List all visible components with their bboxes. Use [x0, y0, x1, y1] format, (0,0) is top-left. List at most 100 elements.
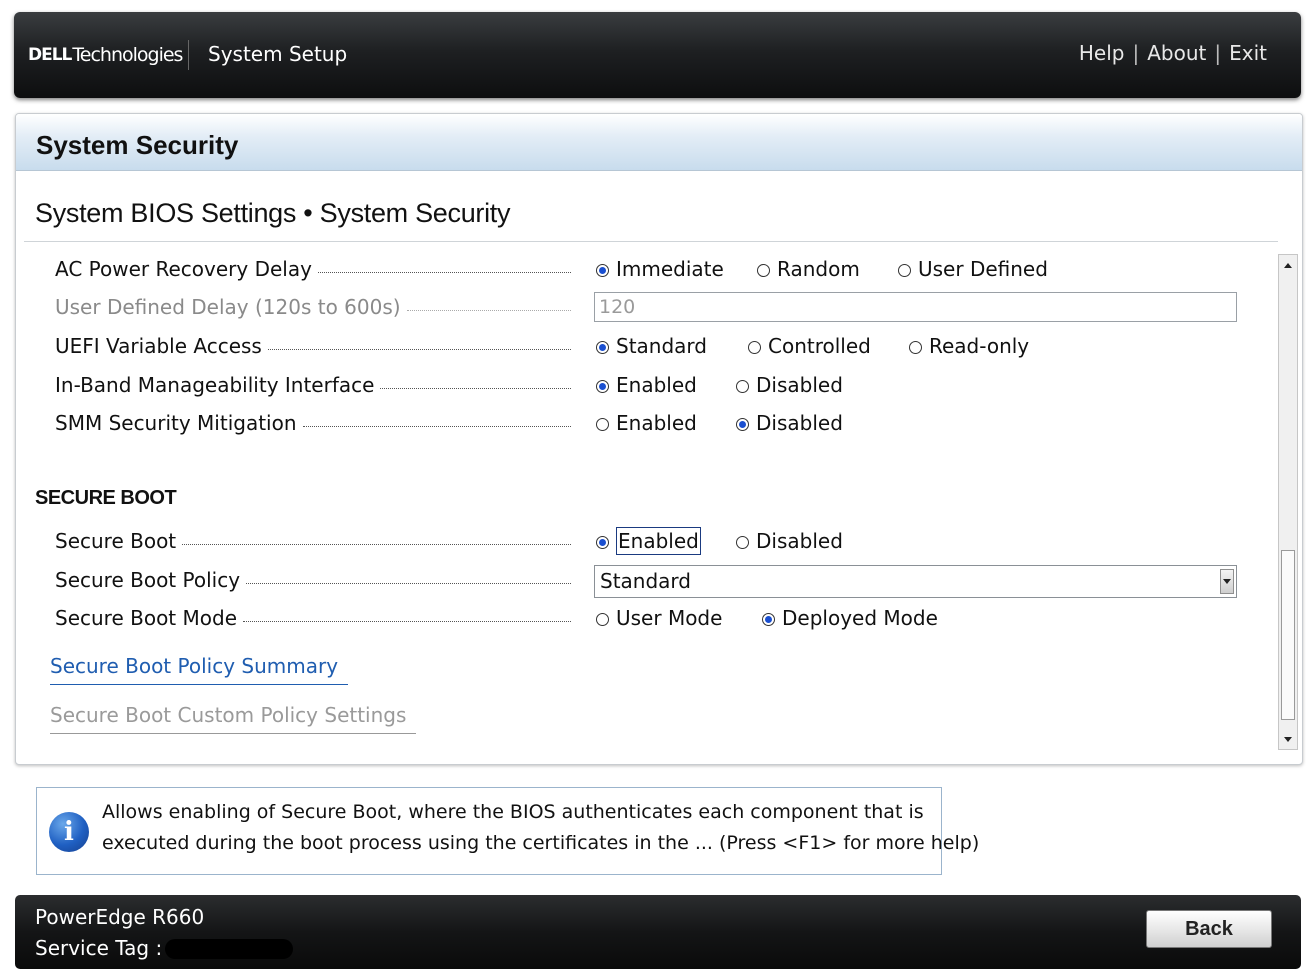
- radio-selected-icon: [596, 536, 609, 549]
- radio-selected-icon: [596, 341, 609, 354]
- link-separator: |: [1214, 41, 1222, 65]
- setting-row-smm-security-mitigation: SMM Security Mitigation Enabled Disabled: [16, 405, 1276, 441]
- leader-dots: [302, 425, 571, 427]
- radio-unselected-icon: [757, 264, 770, 277]
- top-header-bar: DELL Technologies System Setup Help | Ab…: [14, 12, 1301, 98]
- radio-selected-icon: [596, 264, 609, 277]
- radio-deployed-mode[interactable]: Deployed Mode: [762, 600, 938, 636]
- help-text-line: Allows enabling of Secure Boot, where th…: [102, 801, 924, 823]
- leader-dots: [406, 309, 571, 311]
- header-links: Help | About | Exit: [1079, 41, 1267, 65]
- leader-dots: [380, 387, 571, 389]
- service-tag-redacted: [165, 939, 293, 959]
- scroll-up-arrow-icon[interactable]: [1279, 257, 1297, 273]
- radio-controlled[interactable]: Controlled: [748, 328, 871, 364]
- app-title: System Setup: [208, 42, 348, 66]
- radio-disabled[interactable]: Disabled: [736, 405, 843, 441]
- divider: [24, 241, 1278, 242]
- radio-read-only[interactable]: Read-only: [909, 328, 1029, 364]
- radio-unselected-icon: [596, 418, 609, 431]
- radio-selected-icon: [736, 418, 749, 431]
- setting-label-text: In-Band Manageability Interface: [55, 373, 375, 397]
- setting-row-in-band-manageability: In-Band Manageability Interface Enabled …: [16, 367, 1276, 403]
- help-link[interactable]: Help: [1079, 41, 1125, 65]
- radio-enabled[interactable]: Enabled: [596, 367, 697, 403]
- scroll-down-arrow-icon[interactable]: [1279, 731, 1297, 747]
- radio-label: Random: [777, 257, 860, 281]
- vertical-scrollbar[interactable]: [1278, 254, 1298, 750]
- radio-label: User Mode: [616, 606, 723, 630]
- radio-label: Controlled: [768, 334, 871, 358]
- logo-dell-text: DELL: [28, 45, 72, 65]
- radio-selected-icon: [596, 380, 609, 393]
- radio-user-defined[interactable]: User Defined: [898, 251, 1048, 287]
- setting-row-ac-power-recovery-delay: AC Power Recovery Delay Immediate Random…: [16, 251, 1276, 287]
- dell-technologies-logo: DELL Technologies: [28, 40, 190, 70]
- scroll-thumb[interactable]: [1281, 550, 1295, 720]
- leader-dots: [243, 620, 571, 622]
- radio-label: Disabled: [756, 529, 843, 553]
- radio-unselected-icon: [736, 380, 749, 393]
- setting-label: UEFI Variable Access: [55, 328, 571, 364]
- about-link[interactable]: About: [1147, 41, 1206, 65]
- secure-boot-policy-select[interactable]: Standard: [594, 565, 1237, 598]
- secure-boot-policy-summary-link[interactable]: Secure Boot Policy Summary: [50, 654, 349, 685]
- chevron-down-icon[interactable]: [1220, 569, 1234, 594]
- setting-label: SMM Security Mitigation: [55, 405, 571, 441]
- help-text-box: i Allows enabling of Secure Boot, where …: [36, 787, 979, 875]
- secure-boot-custom-policy-settings-link[interactable]: Secure Boot Custom Policy Settings: [50, 703, 417, 734]
- select-value: Standard: [600, 569, 691, 593]
- radio-enabled[interactable]: Enabled: [596, 523, 701, 559]
- radio-disabled[interactable]: Disabled: [736, 367, 843, 403]
- system-model: PowerEdge R660: [35, 905, 205, 929]
- back-button[interactable]: Back: [1146, 910, 1272, 948]
- radio-unselected-icon: [736, 536, 749, 549]
- radio-standard[interactable]: Standard: [596, 328, 707, 364]
- leader-dots: [182, 543, 571, 545]
- radio-random[interactable]: Random: [757, 251, 860, 287]
- info-icon: i: [49, 812, 89, 852]
- page-title: System Security: [36, 130, 239, 160]
- setting-row-secure-boot: Secure Boot Enabled Disabled: [16, 523, 1276, 559]
- service-tag-label: Service Tag :: [35, 936, 163, 960]
- setting-label-text: AC Power Recovery Delay: [55, 257, 312, 281]
- radio-label: Deployed Mode: [782, 606, 938, 630]
- leader-dots: [246, 582, 571, 584]
- radio-label: Read-only: [929, 334, 1030, 358]
- radio-label: Standard: [616, 334, 707, 358]
- help-text-line: executed during the boot process using t…: [102, 832, 980, 854]
- radio-user-mode[interactable]: User Mode: [596, 600, 722, 636]
- user-defined-delay-field[interactable]: 120: [594, 292, 1237, 322]
- setting-label: User Defined Delay (120s to 600s): [55, 289, 571, 325]
- radio-immediate[interactable]: Immediate: [596, 251, 724, 287]
- section-heading-secure-boot: SECURE BOOT: [35, 487, 177, 509]
- radio-label: Immediate: [616, 257, 724, 281]
- setting-label: Secure Boot Policy: [55, 562, 571, 598]
- radio-label: Disabled: [756, 373, 843, 397]
- logo-tech-text: Technologies: [72, 44, 183, 66]
- breadcrumb: System BIOS Settings • System Security: [35, 198, 511, 228]
- radio-enabled[interactable]: Enabled: [596, 405, 697, 441]
- leader-dots: [317, 271, 571, 273]
- exit-link[interactable]: Exit: [1229, 41, 1267, 65]
- radio-label: User Defined: [918, 257, 1048, 281]
- system-security-panel: System Security System BIOS Settings • S…: [15, 113, 1303, 765]
- setting-label-text: User Defined Delay (120s to 600s): [55, 295, 401, 319]
- setting-label-text: SMM Security Mitigation: [55, 411, 297, 435]
- setting-label-text: Secure Boot: [55, 529, 177, 553]
- radio-selected-icon: [762, 613, 775, 626]
- radio-label: Enabled: [616, 411, 697, 435]
- radio-unselected-icon: [748, 341, 761, 354]
- setting-row-secure-boot-mode: Secure Boot Mode User Mode Deployed Mode: [16, 600, 1276, 636]
- setting-label: AC Power Recovery Delay: [55, 251, 571, 287]
- radio-unselected-icon: [898, 264, 911, 277]
- setting-label-text: Secure Boot Mode: [55, 606, 238, 630]
- footer-bar: PowerEdge R660 Service Tag : Back: [15, 895, 1301, 969]
- leader-dots: [267, 348, 571, 350]
- radio-disabled[interactable]: Disabled: [736, 523, 843, 559]
- setting-label: Secure Boot: [55, 523, 571, 559]
- radio-label-focused: Enabled: [616, 527, 701, 555]
- radio-label: Disabled: [756, 411, 843, 435]
- radio-unselected-icon: [909, 341, 922, 354]
- link-separator: |: [1132, 41, 1140, 65]
